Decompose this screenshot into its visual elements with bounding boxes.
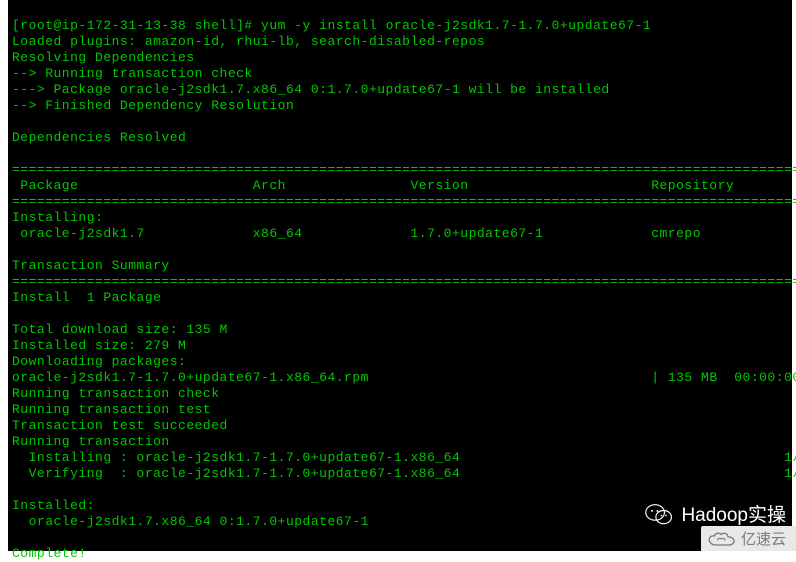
watermark-text: Hadoop实操 — [681, 500, 786, 527]
shell-prompt: [root@ip-172-31-13-38 shell]# — [12, 18, 261, 33]
output-line: Total download size: 135 M — [12, 322, 228, 337]
table-section: Installing: — [12, 210, 103, 225]
install-count: Install 1 Package — [12, 290, 161, 305]
output-line: Resolving Dependencies — [12, 50, 195, 65]
output-line: Running transaction test — [12, 402, 211, 417]
output-line: --> Running transaction check — [12, 66, 253, 81]
footer-text: 亿速云 — [741, 528, 786, 549]
output-line: Installed size: 279 M — [12, 338, 186, 353]
summary-title: Transaction Summary — [12, 258, 170, 273]
output-line: ---> Package oracle-j2sdk1.7.x86_64 0:1.… — [12, 82, 610, 97]
separator-line: ========================================… — [12, 274, 796, 289]
verify-progress: Verifying : oracle-j2sdk1.7-1.7.0+update… — [12, 466, 796, 481]
output-line: --> Finished Dependency Resolution — [12, 98, 294, 113]
separator-line: ========================================… — [12, 194, 796, 209]
complete-message: Complete! — [12, 546, 87, 561]
cloud-icon — [707, 530, 737, 548]
footer-badge: 亿速云 — [701, 526, 796, 551]
installed-package: oracle-j2sdk1.7.x86_64 0:1.7.0+update67-… — [12, 514, 369, 529]
output-line: Running transaction — [12, 434, 170, 449]
wechat-icon — [645, 502, 673, 526]
watermark: Hadoop实操 — [645, 500, 786, 527]
install-progress: Installing : oracle-j2sdk1.7-1.7.0+updat… — [12, 450, 796, 465]
installed-label: Installed: — [12, 498, 95, 513]
separator-line: ========================================… — [12, 162, 796, 177]
shell-command: yum -y install oracle-j2sdk1.7-1.7.0+upd… — [261, 18, 651, 33]
output-line: Transaction test succeeded — [12, 418, 228, 433]
output-line: Dependencies Resolved — [12, 130, 186, 145]
table-header: Package Arch Version Repository Size — [12, 178, 796, 193]
output-line: Downloading packages: — [12, 354, 186, 369]
terminal-output: [root@ip-172-31-13-38 shell]# yum -y ins… — [8, 0, 792, 551]
download-progress: oracle-j2sdk1.7-1.7.0+update67-1.x86_64.… — [12, 370, 796, 385]
output-line: Running transaction check — [12, 386, 220, 401]
table-row: oracle-j2sdk1.7 x86_64 1.7.0+update67-1 … — [12, 226, 796, 241]
output-line: Loaded plugins: amazon-id, rhui-lb, sear… — [12, 34, 485, 49]
